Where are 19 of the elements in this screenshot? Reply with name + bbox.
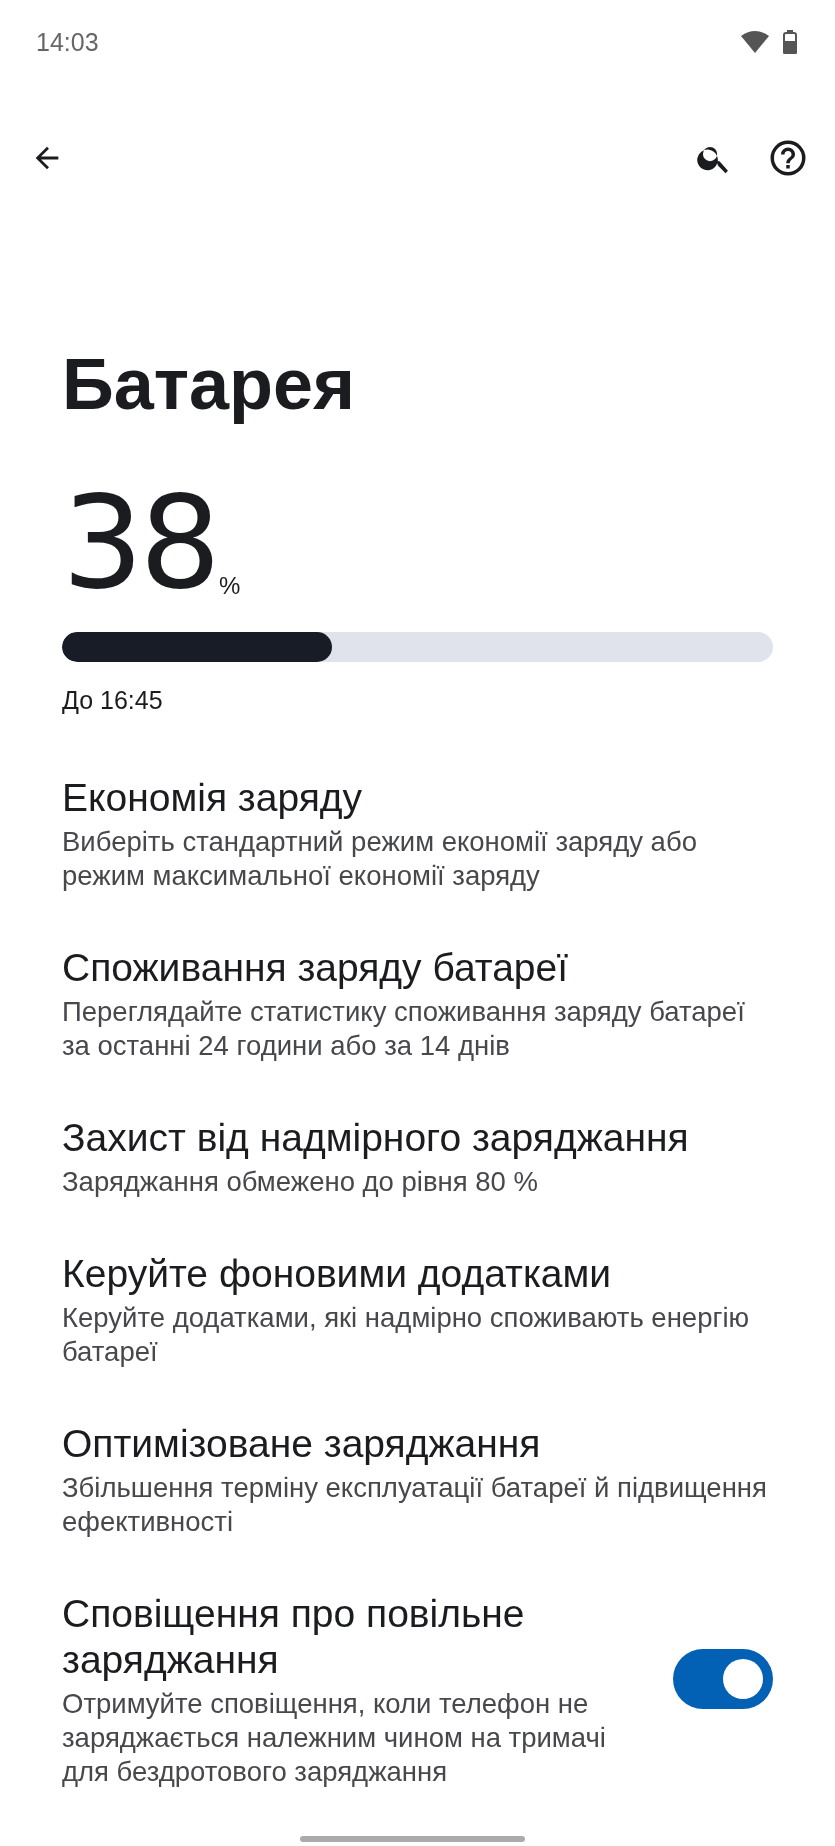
battery-icon (783, 30, 797, 54)
setting-title[interactable]: Оптимізоване заряджання (62, 1421, 541, 1468)
setting-summary: Виберіть стандартний режим економії заряду або режим максимальної економії заряду (62, 825, 698, 894)
wifi-icon (741, 31, 769, 53)
status-time: 14:03 (36, 27, 99, 57)
gesture-handle[interactable] (300, 1836, 525, 1842)
setting-title[interactable]: Сповіщення про повільне заряджання (62, 1591, 632, 1684)
setting-title[interactable]: Споживання заряду батареї (62, 945, 569, 992)
setting-summary: Збільшення терміну експлуатації батареї й підвищення ефективності (62, 1471, 768, 1540)
setting-summary: Переглядайте статистику споживання заряду батареї за останні 24 години або за 14 днів (62, 995, 746, 1064)
setting-title[interactable]: Економія заряду (62, 775, 363, 822)
percent-unit: % (218, 572, 241, 601)
setting-summary: Отримуйте сповіщення, коли телефон не заряджається належним чином на тримачі для бездротового заряджання (62, 1687, 607, 1790)
setting-title[interactable]: Захист від надмірного заряджання (62, 1115, 689, 1162)
setting-title[interactable]: Керуйте фоновими додатками (62, 1251, 612, 1298)
time-remaining: До 16:45 (62, 686, 164, 716)
setting-summary: Керуйте додатками, які надмірно споживають енергію батареї (62, 1301, 751, 1370)
setting-summary: Заряджання обмежено до рівня 80 % (62, 1165, 539, 1200)
battery-percent: 38 (62, 492, 217, 595)
